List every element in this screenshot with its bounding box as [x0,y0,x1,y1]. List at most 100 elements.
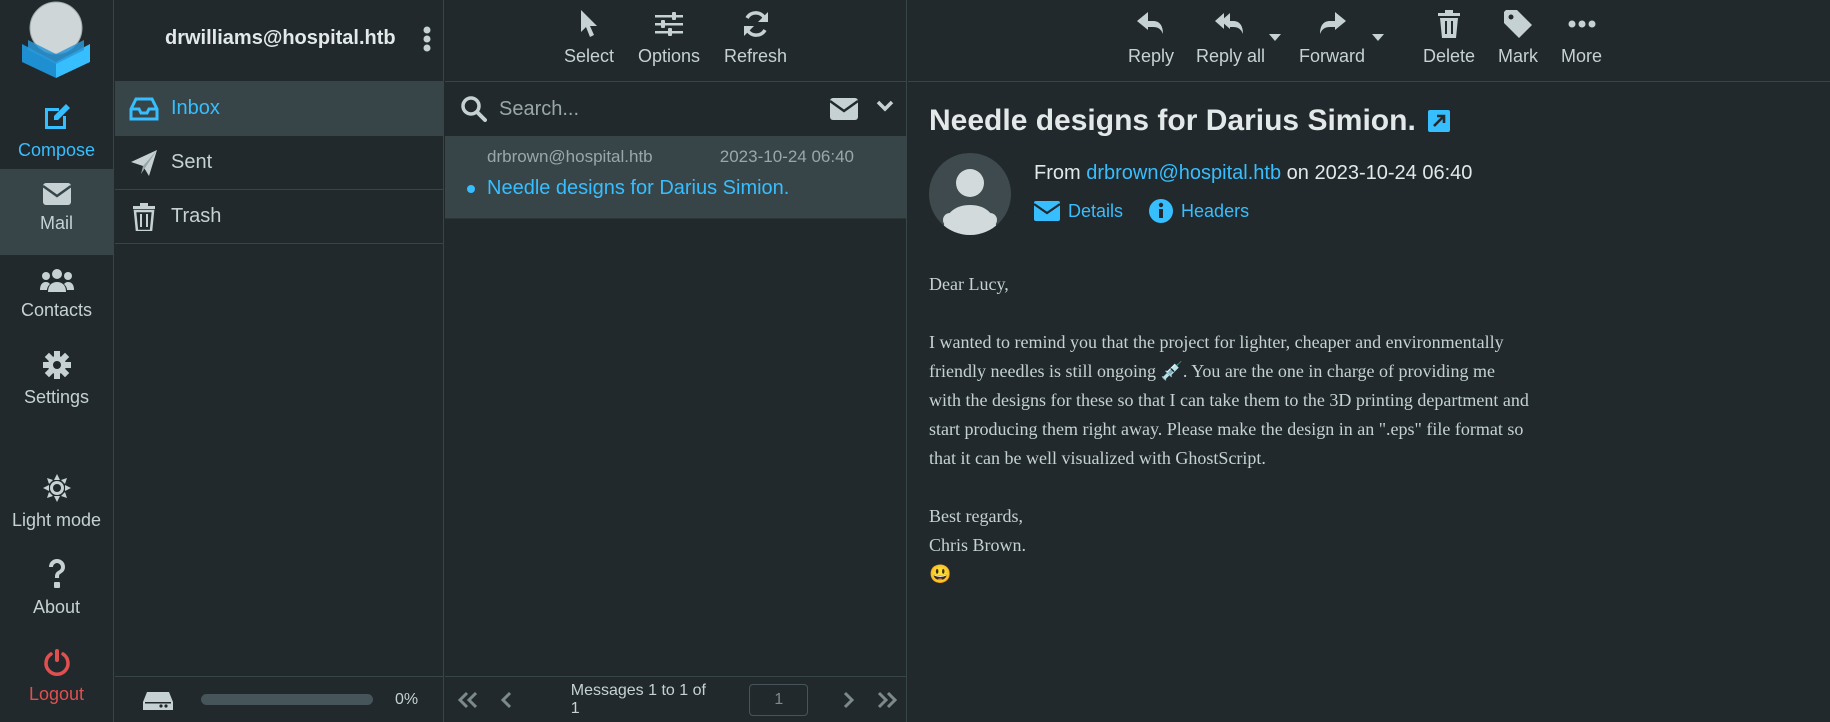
kebab-menu-icon[interactable] [423,26,431,52]
refresh-button[interactable]: Refresh [718,8,793,81]
smiley-emoji: 😃 [929,564,952,584]
trash-icon [129,202,159,231]
message-body: Dear Lucy, I wanted to remind you that t… [929,270,1529,589]
options-label: Options [637,46,701,66]
envelope-icon [0,169,113,205]
light-mode-label: Light mode [11,510,102,530]
reply-all-button[interactable]: Reply all [1196,8,1265,67]
last-page-icon[interactable] [868,691,906,709]
folder-inbox-label: Inbox [171,97,220,119]
folder-trash[interactable]: Trash [115,190,443,244]
compose-icon [0,96,113,132]
reply-button[interactable]: Reply [1128,8,1174,67]
previous-page-icon[interactable] [487,691,525,709]
reply-all-label: Reply all [1196,46,1266,66]
message-count: Messages 1 to 1 of 1 [570,681,706,717]
folder-trash-label: Trash [171,205,222,227]
envelope-icon[interactable] [830,98,858,120]
logout-button[interactable]: Logout [0,640,113,722]
tag-icon [1504,8,1532,40]
details-label: Details [1068,200,1124,221]
folder-column: drwilliams@hospital.htb Inbox Sent Trash… [115,0,444,722]
subject-text: Needle designs for Darius Simion. [929,104,1416,137]
forward-button[interactable]: Forward [1299,8,1365,67]
inbox-icon [129,97,159,121]
delete-label: Delete [1423,46,1476,66]
mail-label: Mail [39,213,73,233]
users-icon [0,256,113,292]
hard-drive-icon [143,690,173,710]
compose-label: Compose [17,140,96,160]
sun-icon [0,466,113,502]
sender-email-link[interactable]: drbrown@hospital.htb [1086,162,1281,184]
reply-label: Reply [1128,46,1175,66]
message-row[interactable]: drbrown@hospital.htb 2023-10-24 06:40 Ne… [445,137,906,219]
search-bar [445,82,906,137]
folder-header: drwilliams@hospital.htb [115,0,443,82]
signature: Chris Brown. [929,535,1027,555]
more-button[interactable]: More [1561,8,1602,67]
syringe-emoji: 💉 [1160,361,1183,381]
sent-date: on 2023-10-24 06:40 [1286,162,1473,184]
reply-all-icon [1214,8,1247,40]
gear-icon [0,343,113,379]
message-date: 2023-10-24 06:40 [719,147,854,166]
chevron-down-icon[interactable] [876,100,894,112]
logout-label: Logout [28,684,85,704]
from-line: From drbrown@hospital.htb on 2023-10-24 … [1034,162,1472,185]
roundcube-logo[interactable] [16,0,96,80]
light-mode-button[interactable]: Light mode [0,466,113,552]
list-toolbar: Select Options Refresh [445,0,906,82]
search-input[interactable] [499,97,799,121]
task-menu: Compose Mail Contacts Settings Light mod… [0,0,114,722]
settings-button[interactable]: Settings [0,343,113,429]
paper-plane-icon [129,149,159,176]
question-icon [0,553,113,589]
first-page-icon[interactable] [449,691,487,709]
pointer-icon [579,8,599,40]
about-button[interactable]: About [0,553,113,639]
mark-button[interactable]: Mark [1498,8,1538,67]
sender-avatar [929,153,1011,235]
from-prefix: From [1034,162,1081,184]
body-paragraph: I wanted to remind you that the project … [929,328,1529,473]
headers-label: Headers [1181,200,1250,221]
message-view: Reply Reply all Forward Delete Mark More… [908,0,1830,722]
select-button[interactable]: Select [558,8,620,81]
delete-button[interactable]: Delete [1423,8,1475,67]
page-number-input[interactable]: 1 [749,683,809,716]
ellipsis-icon [1568,8,1596,40]
folder-sent-label: Sent [171,151,213,173]
header-links: Details Headers [1034,199,1275,223]
message-list-column: Select Options Refresh drbrown@hospital.… [445,0,907,722]
about-label: About [32,597,81,617]
details-link[interactable]: Details [1034,201,1123,222]
closing: Best regards, [929,506,1023,526]
refresh-label: Refresh [724,46,788,66]
reply-icon [1137,8,1165,40]
quota-percent: 0% [395,690,419,708]
forward-dropdown-icon[interactable] [1372,34,1384,41]
headers-link[interactable]: Headers [1149,199,1249,223]
folder-inbox[interactable]: Inbox [115,82,443,136]
next-page-icon[interactable] [830,691,868,709]
unread-dot-icon [467,185,475,193]
contacts-button[interactable]: Contacts [0,256,113,342]
refresh-icon [742,8,770,40]
settings-label: Settings [23,387,90,407]
options-button[interactable]: Options [632,8,706,81]
forward-icon [1318,8,1346,40]
contacts-label: Contacts [20,300,93,320]
mail-button[interactable]: Mail [0,169,113,255]
message-subject: Needle designs for Darius Simion. [487,177,790,199]
envelope-icon [1034,201,1060,221]
reply-all-dropdown-icon[interactable] [1269,34,1281,41]
folder-sent[interactable]: Sent [115,136,443,190]
search-icon[interactable] [461,96,487,122]
message-toolbar: Reply Reply all Forward Delete Mark More [908,0,1830,82]
quota-footer: 0% [115,676,443,722]
quota-progress-bar [201,694,373,705]
open-in-new-window-icon[interactable] [1427,110,1450,132]
info-icon [1149,199,1174,223]
greeting: Dear Lucy, [929,274,1009,294]
